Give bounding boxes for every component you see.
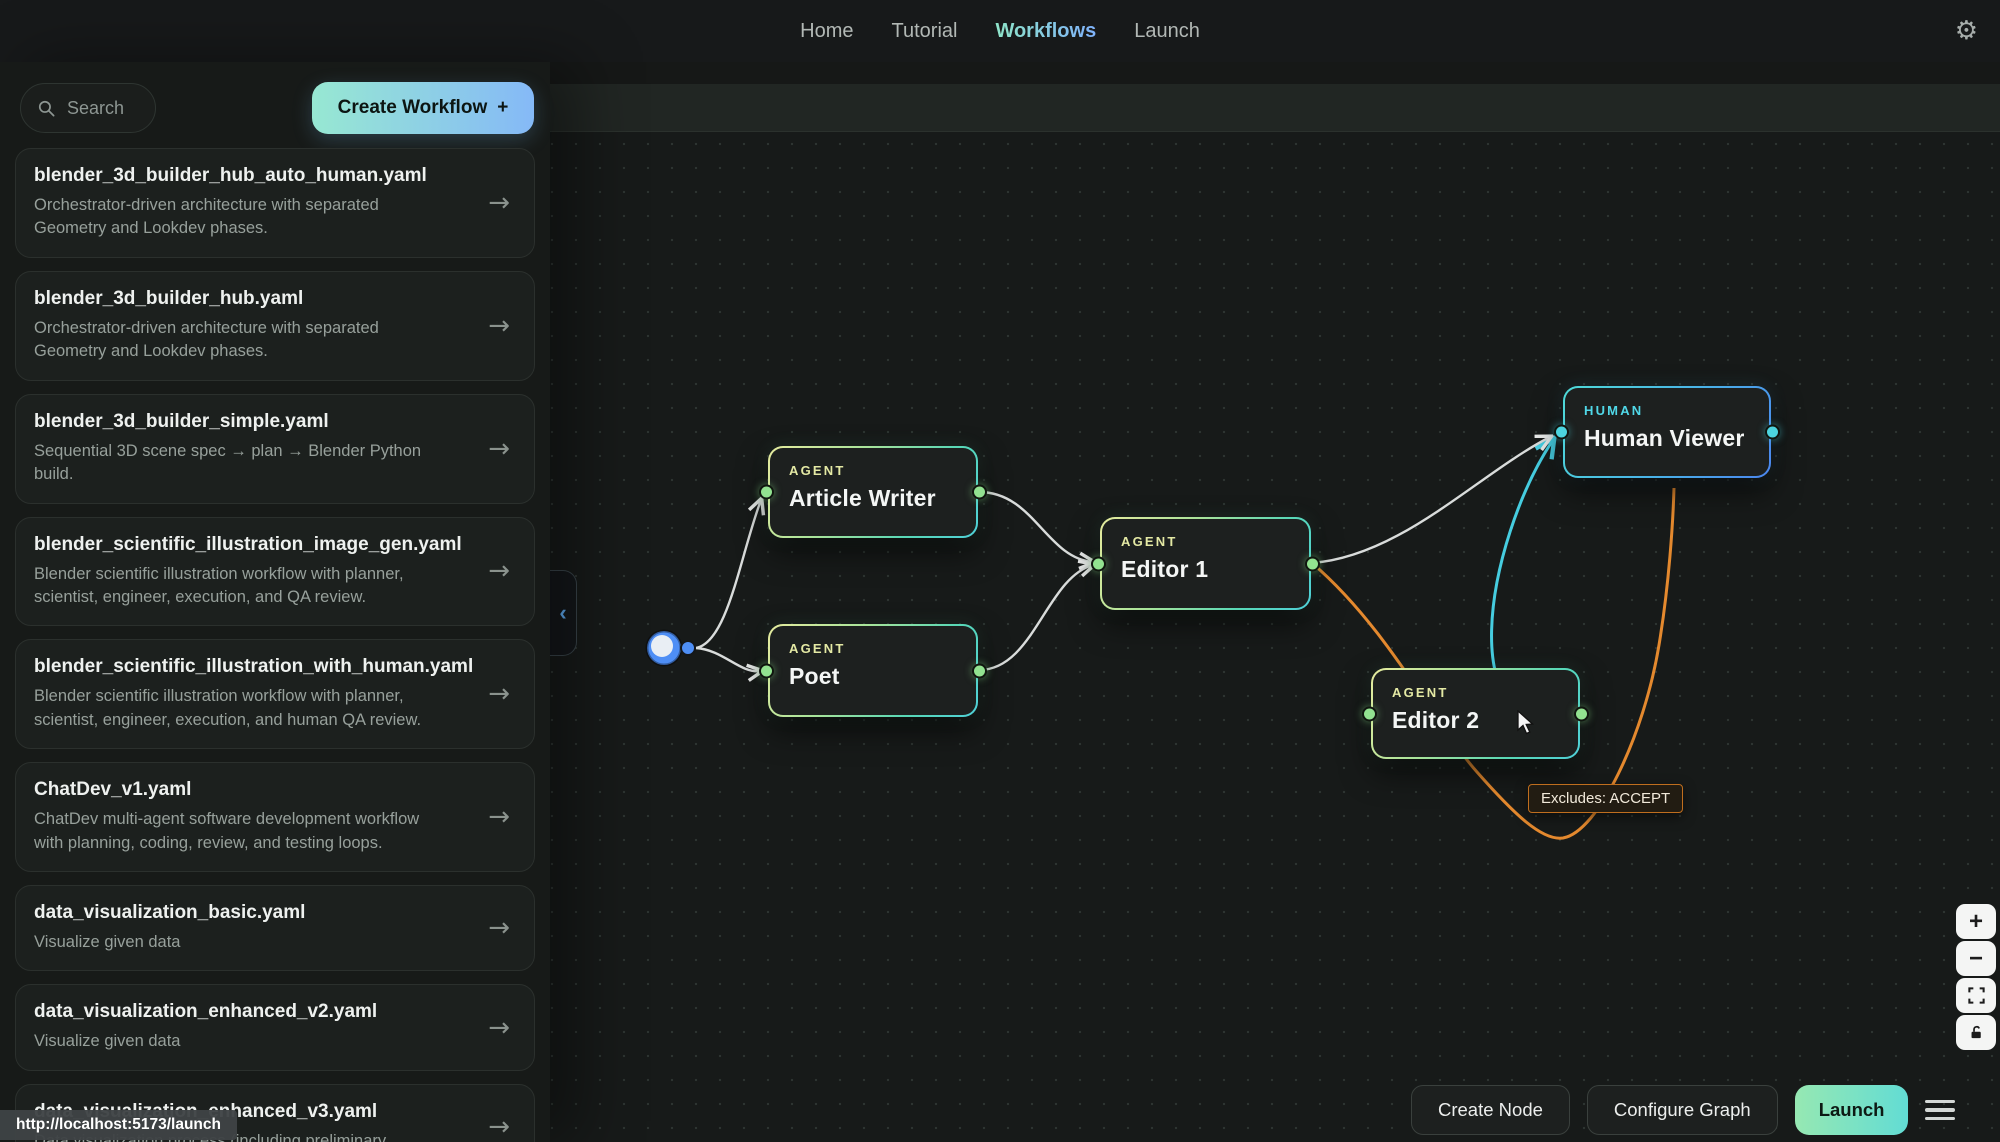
workflow-description: Blender scientific illustration workflow…: [34, 563, 516, 610]
workflow-list-item[interactable]: blender_scientific_illustration_image_ge…: [15, 517, 535, 627]
edge-condition-tooltip: Excludes: ACCEPT: [1528, 784, 1683, 813]
node-title: Article Writer: [789, 485, 957, 512]
top-nav: Home Tutorial Workflows Launch ⚙: [0, 0, 2000, 62]
node-type-label: HUMAN: [1584, 403, 1750, 418]
node-poet[interactable]: AGENT Poet: [768, 624, 978, 717]
input-port[interactable]: [759, 485, 774, 500]
workflow-list-item[interactable]: blender_scientific_illustration_with_hum…: [15, 639, 535, 749]
node-human-viewer[interactable]: HUMAN Human Viewer: [1563, 386, 1771, 478]
workflow-file-name: blender_3d_builder_hub.yaml: [34, 288, 516, 310]
footer-actions: Create Node Configure Graph Launch: [1411, 1085, 1955, 1135]
edge-start-poet: [696, 648, 761, 671]
arrow-right-icon: →: [488, 1013, 510, 1043]
workflow-file-name: blender_scientific_illustration_with_hum…: [34, 656, 516, 678]
node-article-writer[interactable]: AGENT Article Writer: [768, 446, 978, 538]
edge-articlewriter-editor1: [979, 492, 1093, 562]
output-port[interactable]: [1574, 706, 1589, 721]
input-port[interactable]: [1362, 706, 1377, 721]
workflow-description: Visualize given data: [34, 931, 516, 954]
edge-start-articlewriter: [696, 500, 761, 648]
workflow-file-name: blender_scientific_illustration_image_ge…: [34, 534, 516, 556]
search-icon: [37, 99, 56, 118]
fit-view-icon: [1967, 986, 1986, 1005]
node-type-label: AGENT: [789, 641, 957, 656]
node-type-label: AGENT: [789, 463, 957, 478]
arrow-right-icon: →: [488, 188, 510, 218]
arrow-right-icon: →: [488, 311, 510, 341]
plus-icon: +: [1969, 908, 1983, 936]
workflow-file-name: data_visualization_basic.yaml: [34, 902, 516, 924]
nav-item-tutorial[interactable]: Tutorial: [892, 20, 958, 43]
workflow-description: Orchestrator-driven architecture with se…: [34, 194, 516, 241]
arrow-right-icon: →: [488, 1112, 510, 1142]
nav-item-launch[interactable]: Launch: [1134, 20, 1200, 43]
canvas-controls: + −: [1956, 904, 1996, 1050]
lock-open-icon: [1968, 1024, 1985, 1041]
workflow-list-item[interactable]: data_visualization_basic.yaml Visualize …: [15, 885, 535, 971]
chevron-left-icon: ‹: [559, 602, 566, 624]
workflow-description: Visualize given data: [34, 1030, 516, 1053]
zoom-in-button[interactable]: +: [1956, 904, 1996, 939]
menu-hamburger-icon[interactable]: [1925, 1096, 1955, 1125]
sidebar-collapse-handle[interactable]: ‹: [550, 570, 577, 656]
workflow-file-name: data_visualization_enhanced_v2.yaml: [34, 1001, 516, 1023]
search-input[interactable]: [67, 98, 137, 119]
launch-button[interactable]: Launch: [1795, 1085, 1909, 1135]
workflow-list-item[interactable]: blender_3d_builder_hub.yaml Orchestrator…: [15, 271, 535, 381]
workflow-description: ChatDev multi-agent software development…: [34, 808, 516, 855]
input-port[interactable]: [1554, 425, 1569, 440]
arrow-right-icon: →: [488, 913, 510, 943]
sidebar-header: Create Workflow +: [0, 82, 550, 134]
fit-view-button[interactable]: [1956, 978, 1996, 1013]
zoom-out-button[interactable]: −: [1956, 941, 1996, 976]
node-type-label: AGENT: [1392, 685, 1559, 700]
workflow-list-item[interactable]: data_visualization_enhanced_v2.yaml Visu…: [15, 984, 535, 1070]
node-title: Human Viewer: [1584, 425, 1750, 452]
output-port[interactable]: [972, 485, 987, 500]
arrow-right-icon: →: [488, 434, 510, 464]
create-workflow-button[interactable]: Create Workflow +: [312, 82, 534, 134]
input-port[interactable]: [759, 663, 774, 678]
nav-item-home[interactable]: Home: [800, 20, 853, 43]
node-editor-2[interactable]: AGENT Editor 2: [1371, 668, 1580, 759]
workflow-list-item[interactable]: blender_3d_builder_simple.yaml Sequentia…: [15, 394, 535, 504]
workflow-file-name: ChatDev_v1.yaml: [34, 779, 516, 801]
start-node: [647, 631, 695, 665]
edge-editor1-humanviewer: [1312, 437, 1550, 563]
workflow-description: Sequential 3D scene spec → plan → Blende…: [34, 440, 516, 487]
node-title: Poet: [789, 663, 957, 690]
node-editor-1[interactable]: AGENT Editor 1: [1100, 517, 1311, 610]
nav-item-workflows[interactable]: Workflows: [995, 20, 1096, 43]
node-type-label: AGENT: [1121, 534, 1290, 549]
mouse-cursor: [1516, 710, 1538, 736]
input-port[interactable]: [1091, 556, 1106, 571]
create-workflow-label: Create Workflow: [338, 97, 488, 119]
output-port[interactable]: [1765, 425, 1780, 440]
arrow-right-icon: →: [488, 802, 510, 832]
search-box[interactable]: [20, 83, 156, 133]
edge-poet-editor1: [979, 565, 1093, 670]
arrow-right-icon: →: [488, 679, 510, 709]
node-title: Editor 1: [1121, 556, 1290, 583]
plus-icon: +: [497, 97, 508, 119]
output-port[interactable]: [1305, 556, 1320, 571]
output-port[interactable]: [972, 663, 987, 678]
minus-icon: −: [1969, 945, 1983, 973]
workflow-list: blender_3d_builder_hub_auto_human.yaml O…: [0, 148, 550, 1142]
lock-button[interactable]: [1956, 1015, 1996, 1050]
workflow-list-item[interactable]: ChatDev_v1.yaml ChatDev multi-agent soft…: [15, 762, 535, 872]
workflow-file-name: blender_3d_builder_simple.yaml: [34, 411, 516, 433]
workflow-description: Blender scientific illustration workflow…: [34, 685, 516, 732]
configure-graph-button[interactable]: Configure Graph: [1587, 1085, 1778, 1135]
workflow-list-item[interactable]: blender_3d_builder_hub_auto_human.yaml O…: [15, 148, 535, 258]
create-node-button[interactable]: Create Node: [1411, 1085, 1570, 1135]
workflow-description: Orchestrator-driven architecture with se…: [34, 317, 516, 364]
link-status-bar: http://localhost:5173/launch: [0, 1110, 237, 1140]
settings-gear-icon[interactable]: ⚙: [1955, 18, 1978, 44]
arrow-right-icon: →: [488, 556, 510, 586]
workflow-sidebar: Create Workflow + blender_3d_builder_hub…: [0, 62, 550, 1142]
workflow-file-name: blender_3d_builder_hub_auto_human.yaml: [34, 165, 516, 187]
